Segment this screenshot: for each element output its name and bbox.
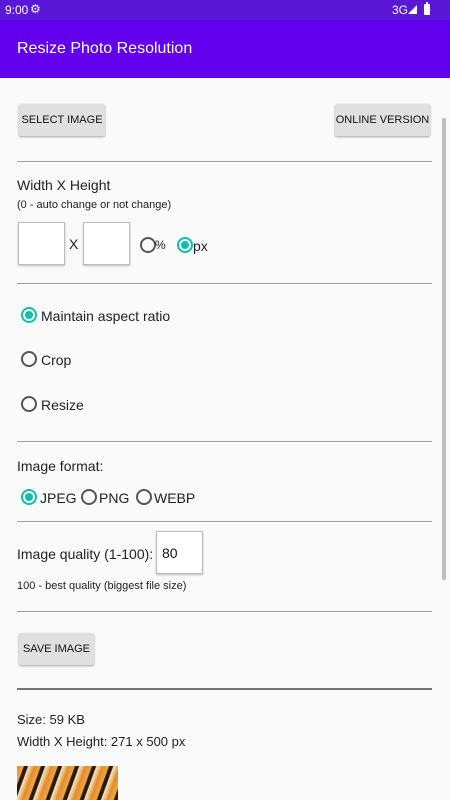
- quality-label: Image quality (1-100):: [17, 546, 154, 562]
- app-title: Resize Photo Resolution: [17, 40, 193, 57]
- format-webp-label: WEBP: [154, 490, 196, 506]
- result-dimensions: Width X Height: 271 x 500 px: [17, 734, 186, 749]
- image-preview: [17, 766, 118, 800]
- maintain-aspect-radio[interactable]: [21, 307, 37, 323]
- dimension-separator: X: [69, 236, 79, 252]
- maintain-aspect-label: Maintain aspect ratio: [41, 308, 171, 324]
- height-input[interactable]: [83, 222, 130, 265]
- divider: [17, 521, 432, 522]
- unit-px-radio[interactable]: [177, 237, 193, 253]
- format-label: Image format:: [17, 458, 104, 474]
- battery-icon: [424, 2, 430, 15]
- dimensions-hint: (0 - auto change or not change): [17, 199, 172, 211]
- format-png-radio[interactable]: [81, 489, 97, 505]
- divider: [17, 611, 432, 612]
- signal-icon: [408, 5, 417, 14]
- select-image-button[interactable]: SELECT IMAGE: [19, 104, 105, 136]
- dimensions-label: Width X Height: [17, 177, 111, 193]
- quality-hint: 100 - best quality (biggest file size): [17, 580, 187, 592]
- status-bar: 9:00 ⚙ 3G: [0, 0, 450, 20]
- save-image-button[interactable]: SAVE IMAGE: [19, 633, 94, 665]
- crop-label: Crop: [41, 352, 72, 368]
- format-webp-radio[interactable]: [136, 489, 152, 505]
- resize-label: Resize: [41, 397, 84, 413]
- divider: [17, 441, 432, 442]
- resize-radio[interactable]: [21, 396, 37, 412]
- network-type: 3G: [392, 3, 409, 17]
- scrollbar[interactable]: [442, 118, 446, 580]
- crop-radio[interactable]: [21, 351, 37, 367]
- result-size: Size: 59 KB: [17, 712, 85, 727]
- online-version-button[interactable]: ONLINE VERSION: [335, 104, 430, 136]
- app-bar: Resize Photo Resolution: [0, 20, 450, 78]
- settings-gear-icon: ⚙: [30, 2, 41, 16]
- unit-percent-radio[interactable]: [140, 237, 156, 253]
- unit-percent-label: %: [155, 238, 166, 252]
- divider: [17, 688, 432, 690]
- divider: [17, 283, 432, 284]
- format-jpeg-radio[interactable]: [21, 489, 37, 505]
- format-jpeg-label: JPEG: [40, 490, 77, 506]
- unit-px-label: px: [193, 238, 208, 254]
- status-time: 9:00: [5, 3, 29, 17]
- format-png-label: PNG: [99, 490, 130, 506]
- width-input[interactable]: [18, 222, 65, 265]
- divider: [17, 161, 432, 162]
- quality-input[interactable]: 80: [156, 531, 203, 574]
